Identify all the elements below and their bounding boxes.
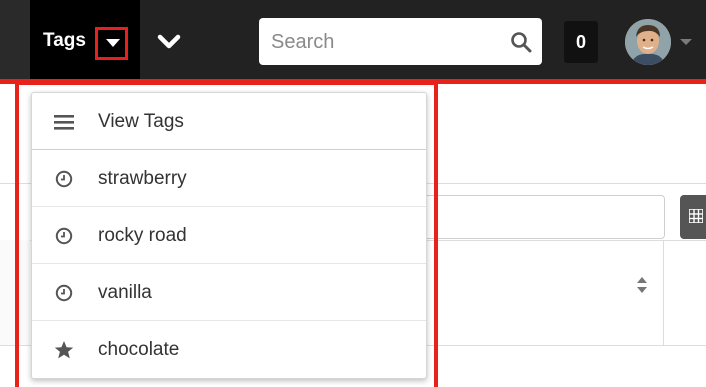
sort-icon[interactable] — [636, 276, 648, 294]
user-avatar-image — [625, 19, 671, 65]
menu-item-label: strawberry — [98, 168, 187, 189]
menu-item-tag-rocky-road[interactable]: rocky road — [32, 207, 426, 264]
search-input[interactable] — [269, 28, 503, 57]
clock-icon — [55, 227, 73, 245]
menu-item-view-tags[interactable]: View Tags — [32, 93, 426, 150]
navbar-left-edge — [0, 0, 30, 79]
menu-item-label: rocky road — [98, 225, 187, 246]
menu-item-label: View Tags — [98, 111, 184, 132]
clock-icon — [55, 284, 73, 302]
menu-item-label: vanilla — [98, 282, 152, 303]
column-divider — [663, 240, 664, 345]
search-box[interactable] — [259, 18, 542, 65]
tags-dropdown-menu: View Tags strawberry rocky road vanilla … — [31, 92, 427, 379]
list-icon — [54, 115, 74, 130]
menu-item-tag-vanilla[interactable]: vanilla — [32, 264, 426, 321]
chevron-down-icon[interactable] — [156, 30, 182, 54]
grid-icon — [689, 209, 703, 223]
menu-item-tag-chocolate[interactable]: chocolate — [32, 321, 426, 378]
caret-down-icon — [106, 39, 120, 47]
notification-count-badge[interactable]: 0 — [564, 21, 598, 63]
tags-dropdown-toggle[interactable] — [95, 27, 128, 60]
search-icon[interactable] — [510, 31, 532, 53]
menu-item-label: chocolate — [98, 339, 180, 360]
top-navbar: Tags 0 — [0, 0, 706, 79]
grid-view-button[interactable] — [680, 195, 706, 239]
tags-tab-label[interactable]: Tags — [43, 30, 86, 52]
avatar[interactable] — [625, 19, 671, 65]
clock-icon — [55, 170, 73, 188]
user-menu-caret-icon[interactable] — [680, 39, 692, 45]
filter-input[interactable] — [425, 195, 665, 239]
menu-item-tag-strawberry[interactable]: strawberry — [32, 150, 426, 207]
star-icon — [54, 341, 74, 359]
